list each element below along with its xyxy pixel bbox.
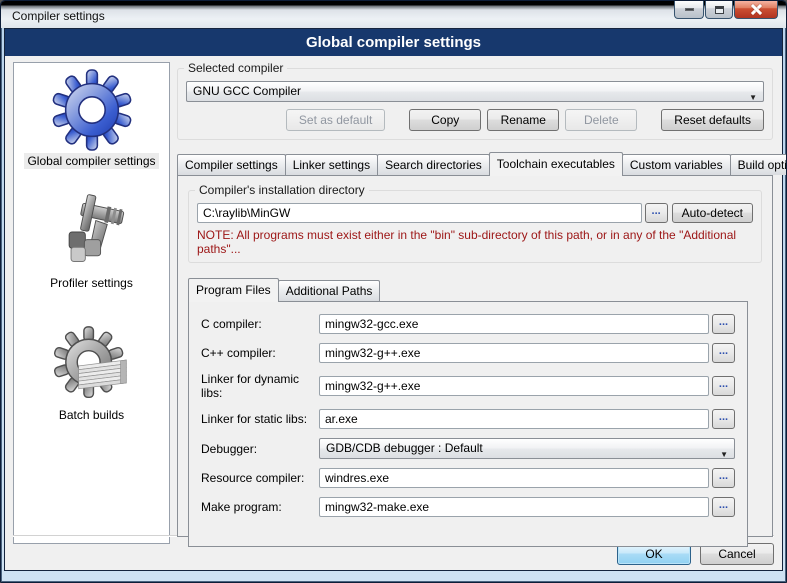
chevron-down-icon: ▼ — [720, 445, 728, 459]
settings-sidebar: Global compiler settings — [13, 62, 170, 544]
compiler-select-value: GNU GCC Compiler — [193, 84, 301, 98]
make-program-browse-button[interactable]: ... — [712, 497, 735, 517]
dialog-client-area: Global compiler settings — [4, 28, 783, 571]
compiler-buttons-row: Set as default Copy Rename Delete Reset … — [186, 109, 764, 131]
tab-search-directories[interactable]: Search directories — [377, 154, 490, 175]
tab-compiler-settings[interactable]: Compiler settings — [177, 154, 286, 175]
close-button[interactable] — [734, 1, 778, 19]
make-program-input[interactable] — [319, 497, 709, 517]
resource-compiler-browse-button[interactable]: ... — [712, 468, 735, 488]
tab-build-options[interactable]: Build options — [730, 154, 787, 175]
sidebar-item-profiler-settings[interactable]: Profiler settings — [14, 191, 169, 291]
copy-button[interactable]: Copy — [409, 109, 481, 131]
field-row-linker-static: Linker for static libs: ... — [201, 409, 735, 429]
field-row-cpp-compiler: C++ compiler: ... — [201, 343, 735, 363]
window-title: Compiler settings — [12, 9, 105, 23]
maximize-icon — [715, 6, 724, 14]
rename-button[interactable]: Rename — [487, 109, 559, 131]
minimize-icon — [685, 8, 694, 11]
installation-directory-browse-button[interactable]: ... — [645, 203, 668, 223]
selected-compiler-group: Selected compiler GNU GCC Compiler ▼ Set… — [177, 68, 773, 140]
field-label: Resource compiler: — [201, 471, 319, 485]
tab-toolchain-executables[interactable]: Toolchain executables — [489, 152, 623, 176]
c-compiler-browse-button[interactable]: ... — [712, 314, 735, 334]
title-bar[interactable]: Compiler settings — [1, 1, 786, 28]
linker-dynamic-browse-button[interactable]: ... — [712, 376, 735, 396]
selected-compiler-group-label: Selected compiler — [184, 61, 287, 75]
sidebar-item-global-compiler-settings[interactable]: Global compiler settings — [14, 69, 169, 169]
reset-defaults-button[interactable]: Reset defaults — [661, 109, 764, 131]
debugger-select[interactable]: GDB/CDB debugger : Default ▼ — [319, 438, 735, 459]
program-files-tabstrip: Program Files Additional Paths — [188, 277, 762, 301]
installation-directory-input[interactable] — [197, 203, 642, 223]
close-icon — [751, 4, 762, 15]
tab-program-files[interactable]: Program Files — [188, 278, 279, 302]
linker-dynamic-input[interactable] — [319, 376, 709, 396]
resource-compiler-input[interactable] — [319, 468, 709, 488]
field-row-make-program: Make program: ... — [201, 497, 735, 517]
compiler-select[interactable]: GNU GCC Compiler ▼ — [186, 81, 764, 102]
page-title: Global compiler settings — [306, 34, 481, 51]
c-compiler-input[interactable] — [319, 314, 709, 334]
compiler-settings-dialog: Compiler settings Global compiler settin… — [0, 0, 787, 583]
sidebar-item-label: Profiler settings — [47, 275, 136, 291]
field-row-debugger: Debugger: GDB/CDB debugger : Default ▼ — [201, 438, 735, 459]
field-label: Linker for dynamic libs: — [201, 372, 319, 400]
field-row-c-compiler: C compiler: ... — [201, 314, 735, 334]
tab-linker-settings[interactable]: Linker settings — [285, 154, 378, 175]
cpp-compiler-browse-button[interactable]: ... — [712, 343, 735, 363]
page-header: Global compiler settings — [5, 29, 782, 56]
installation-directory-row: ... Auto-detect — [197, 203, 753, 223]
maximize-button[interactable] — [705, 1, 733, 19]
field-label: Debugger: — [201, 442, 319, 456]
linker-static-input[interactable] — [319, 409, 709, 429]
field-row-resource-compiler: Resource compiler: ... — [201, 468, 735, 488]
field-row-linker-dynamic: Linker for dynamic libs: ... — [201, 372, 735, 400]
linker-static-browse-button[interactable]: ... — [712, 409, 735, 429]
auto-detect-button[interactable]: Auto-detect — [672, 203, 753, 223]
toolchain-executables-panel: Compiler's installation directory ... Au… — [177, 175, 773, 537]
tab-custom-variables[interactable]: Custom variables — [622, 154, 731, 175]
dialog-body: Global compiler settings — [5, 56, 782, 570]
settings-tabstrip: Compiler settings Linker settings Search… — [177, 151, 773, 175]
field-label: C++ compiler: — [201, 346, 319, 360]
field-label: Make program: — [201, 500, 319, 514]
chevron-down-icon: ▼ — [749, 88, 757, 102]
minimize-button[interactable] — [674, 1, 704, 19]
cpp-compiler-input[interactable] — [319, 343, 709, 363]
installation-note: NOTE: All programs must exist either in … — [197, 228, 753, 256]
program-files-panel: C compiler: ... C++ compiler: ... — [188, 301, 748, 547]
blue-gear-icon — [51, 69, 133, 151]
field-label: C compiler: — [201, 317, 319, 331]
debugger-select-value: GDB/CDB debugger : Default — [326, 441, 483, 455]
main-content: Selected compiler GNU GCC Compiler ▼ Set… — [177, 58, 773, 537]
window-controls — [673, 1, 778, 19]
caliper-icon — [52, 191, 132, 273]
installation-directory-label: Compiler's installation directory — [195, 183, 369, 197]
sidebar-item-label: Batch builds — [56, 407, 127, 423]
set-as-default-button[interactable]: Set as default — [286, 109, 385, 131]
sidebar-item-batch-builds[interactable]: Batch builds — [14, 323, 169, 423]
tab-additional-paths[interactable]: Additional Paths — [278, 280, 381, 301]
sidebar-item-label: Global compiler settings — [24, 153, 158, 169]
gray-gear-stack-icon — [52, 323, 132, 405]
installation-directory-group: Compiler's installation directory ... Au… — [188, 190, 762, 263]
field-label: Linker for static libs: — [201, 412, 319, 426]
delete-button[interactable]: Delete — [565, 109, 637, 131]
